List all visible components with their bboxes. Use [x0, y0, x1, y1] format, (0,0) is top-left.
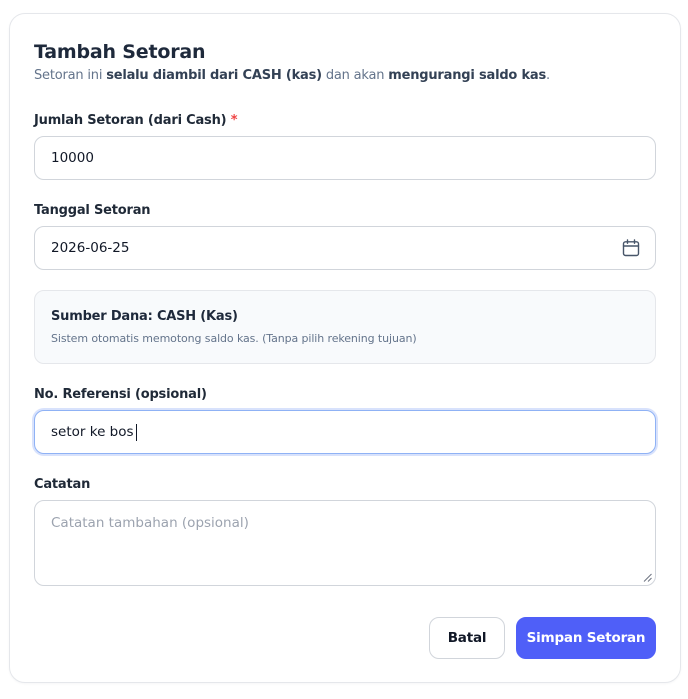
- amount-value: 10000: [51, 150, 94, 166]
- amount-label: Jumlah Setoran (dari Cash) *: [34, 113, 238, 128]
- source-info-title: Sumber Dana: CASH (Kas): [51, 309, 238, 324]
- date-input[interactable]: 2026-06-25: [34, 226, 656, 270]
- subtitle-bold-2: mengurangi saldo kas: [388, 68, 547, 83]
- date-label: Tanggal Setoran: [34, 203, 151, 218]
- resize-handle-icon[interactable]: [643, 573, 652, 582]
- subtitle-text-3: .: [546, 68, 550, 83]
- notes-label: Catatan: [34, 477, 91, 492]
- form-title: Tambah Setoran: [34, 41, 206, 63]
- calendar-icon[interactable]: [621, 238, 641, 258]
- notes-textarea[interactable]: Catatan tambahan (opsional): [34, 500, 656, 586]
- subtitle-bold-1: selalu diambil dari CASH (kas): [106, 68, 322, 83]
- source-info-description: Sistem otomatis memotong saldo kas. (Tan…: [51, 332, 417, 345]
- amount-label-text: Jumlah Setoran (dari Cash): [34, 113, 227, 128]
- source-info-box: Sumber Dana: CASH (Kas) Sistem otomatis …: [34, 290, 656, 364]
- reference-input[interactable]: setor ke bos: [34, 410, 656, 454]
- date-value: 2026-06-25: [51, 240, 130, 256]
- required-mark: *: [230, 113, 238, 128]
- save-deposit-button[interactable]: Simpan Setoran: [516, 617, 656, 659]
- reference-label: No. Referensi (opsional): [34, 387, 207, 402]
- text-caret: [135, 423, 137, 441]
- amount-input[interactable]: 10000: [34, 136, 656, 180]
- notes-placeholder: Catatan tambahan (opsional): [51, 515, 249, 531]
- subtitle-text-2: dan akan: [321, 68, 389, 83]
- reference-value: setor ke bos: [51, 424, 134, 440]
- form-subtitle: Setoran ini selalu diambil dari CASH (ka…: [34, 68, 550, 83]
- cancel-button[interactable]: Batal: [429, 617, 505, 659]
- deposit-form-card: Tambah Setoran Setoran ini selalu diambi…: [9, 13, 681, 683]
- subtitle-text-1: Setoran ini: [34, 68, 107, 83]
